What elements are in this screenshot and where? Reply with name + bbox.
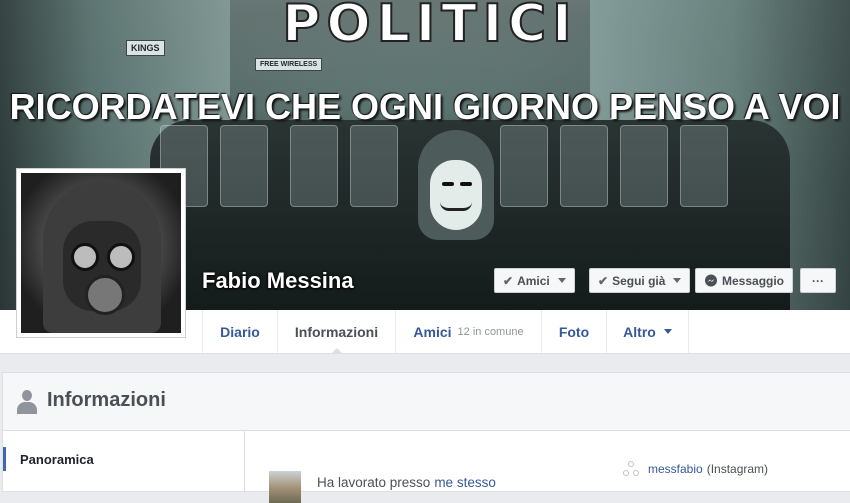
social-link-icon [623, 461, 639, 477]
message-button-label: Messaggio [722, 273, 785, 288]
workplace-link[interactable]: me stesso [434, 475, 496, 490]
instagram-username-link[interactable]: messfabio [648, 462, 703, 476]
checkmark-icon: ✔ [503, 273, 514, 288]
checkmark-icon: ✔ [598, 273, 609, 288]
tab-informazioni[interactable]: Informazioni [277, 310, 395, 354]
free-wireless-sign: FREE WIRELESS [255, 58, 323, 71]
workplace-thumbnail[interactable] [269, 471, 301, 503]
active-tab-indicator [330, 348, 343, 354]
chevron-down-icon [663, 329, 672, 334]
riot-shield [680, 125, 728, 207]
about-panel: Informazioni Panoramica Ha lavorato pres… [2, 372, 850, 503]
tab-foto[interactable]: Foto [541, 310, 606, 353]
tab-label: Informazioni [294, 323, 379, 340]
instagram-label: (Instagram) [706, 462, 769, 476]
instagram-entry: messfabio (Instagram) [623, 461, 768, 477]
tab-diario[interactable]: Diario [202, 310, 277, 353]
friends-button-label: Amici [517, 273, 550, 288]
messenger-icon [705, 274, 717, 286]
mutual-friends-count: 12 in comune [457, 325, 524, 338]
gas-mask-icon [21, 173, 181, 333]
profile-name[interactable]: Fabio Messina [202, 268, 354, 294]
work-entry: Ha lavorato presso me stesso [269, 461, 496, 503]
more-icon: ··· [812, 273, 824, 288]
work-prefix: Ha lavorato presso [317, 474, 431, 490]
about-sidebar: Panoramica [3, 431, 245, 493]
tab-label: Amici [413, 323, 452, 340]
person-icon [17, 390, 37, 414]
riot-shield [350, 125, 398, 207]
chevron-down-icon [673, 278, 682, 283]
riot-shield [220, 125, 268, 207]
tab-amici[interactable]: Amici 12 in comune [395, 310, 541, 353]
riot-shield [620, 125, 668, 207]
more-options-button[interactable]: ··· [800, 268, 836, 293]
chevron-down-icon [557, 278, 566, 283]
message-button[interactable]: Messaggio [695, 268, 794, 293]
friends-button[interactable]: ✔ Amici [494, 268, 575, 293]
tab-label: Altro [623, 323, 656, 340]
profile-picture[interactable] [16, 168, 186, 338]
tab-altro[interactable]: Altro [606, 310, 689, 353]
follow-button[interactable]: ✔ Segui già [589, 268, 691, 293]
tab-label: Foto [558, 323, 590, 340]
about-header: Informazioni [3, 373, 850, 431]
riot-shield [290, 125, 338, 207]
cover-subtitle-text: RICORDATEVI CHE OGNI GIORNO PENSO A VOI [9, 86, 841, 127]
follow-button-label: Segui già [612, 273, 666, 288]
riot-shield [500, 125, 548, 207]
tab-label: Diario [220, 323, 260, 340]
about-title[interactable]: Informazioni [47, 389, 166, 412]
guy-fawkes-mask-figure [418, 130, 494, 240]
kings-sign: KINGS [126, 40, 165, 56]
riot-shield [560, 125, 608, 207]
sidebar-item-panoramica[interactable]: Panoramica [3, 447, 94, 471]
cover-title-text: POLITICI [281, 0, 578, 54]
